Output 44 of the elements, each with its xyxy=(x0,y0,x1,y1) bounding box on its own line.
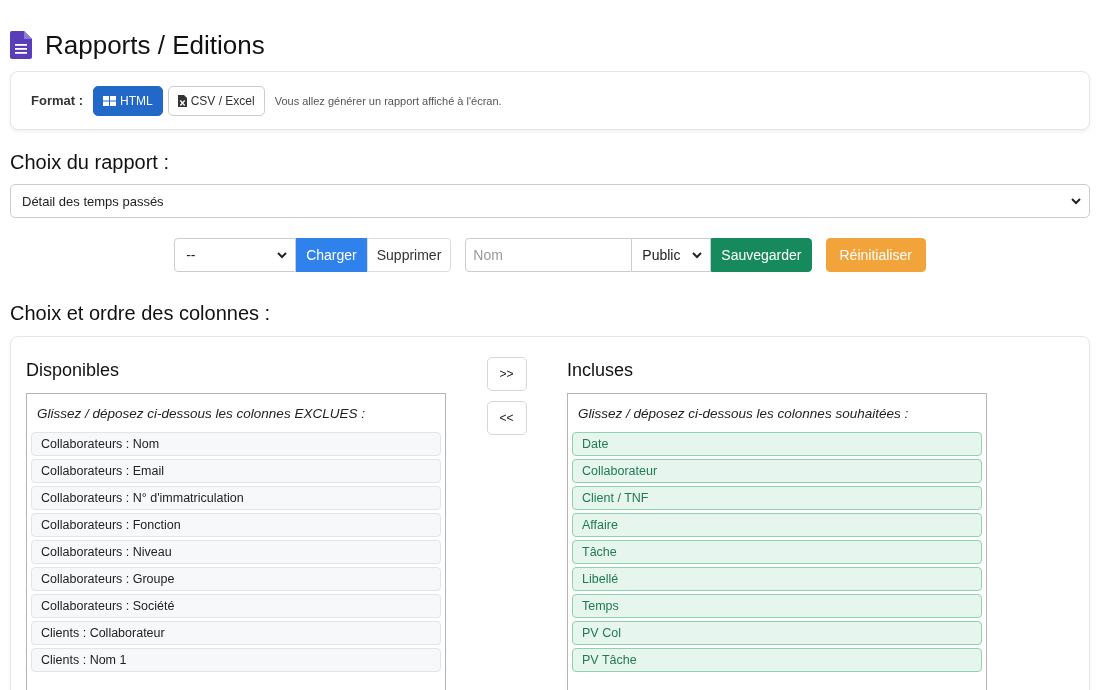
column-item[interactable]: Tâche xyxy=(572,540,982,564)
column-item[interactable]: Collaborateurs : Nom xyxy=(31,432,441,456)
format-option[interactable]: HTML xyxy=(93,85,163,116)
table-icon xyxy=(103,95,116,106)
column-item[interactable]: Temps xyxy=(572,594,982,618)
column-item[interactable]: Collaborateurs : Société xyxy=(31,594,441,618)
page-title: Rapports / Editions xyxy=(45,30,265,60)
delete-button[interactable]: Supprimer xyxy=(366,238,452,272)
column-item[interactable]: Date xyxy=(572,432,982,456)
list-hint: Glissez / déposez ci-dessous les colonnes EXCLUES : xyxy=(37,405,366,423)
chevron-down-icon xyxy=(692,251,703,259)
column-item[interactable]: Client / TNF xyxy=(572,486,982,510)
save-button[interactable]: Sauvegarder xyxy=(711,238,812,272)
move-right-button[interactable]: >> xyxy=(486,357,527,391)
list-title: Incluses xyxy=(567,359,635,381)
list-title: Disponibles xyxy=(26,359,121,381)
format-hint: Vous allez générer un rapport affiché à l'écran. xyxy=(274,94,502,107)
name-input[interactable]: Nom xyxy=(465,238,633,272)
column-item[interactable]: Collaborateurs : Fonction xyxy=(31,513,441,537)
document-icon xyxy=(10,31,32,59)
column-item[interactable]: Collaborateurs : N° d'immatriculation xyxy=(31,486,441,510)
column-item[interactable]: Collaborateur xyxy=(572,459,982,483)
column-item[interactable]: Clients : Nom 1 xyxy=(31,648,441,672)
column-item[interactable]: Collaborateurs : Niveau xyxy=(31,540,441,564)
chevron-down-icon xyxy=(1071,197,1081,205)
column-item[interactable]: Affaire xyxy=(572,513,982,537)
move-left-button[interactable]: << xyxy=(486,401,527,435)
preset-select[interactable]: -- xyxy=(174,238,297,272)
load-button[interactable]: Charger xyxy=(296,238,367,272)
format-label: Format : xyxy=(31,93,83,108)
chevron-down-icon xyxy=(277,251,288,259)
column-item[interactable]: PV Tâche xyxy=(572,648,982,672)
column-item[interactable]: Clients : Collaborateur xyxy=(31,621,441,645)
format-option[interactable]: CSV / Excel xyxy=(167,85,265,116)
report-select[interactable]: Détail des temps passés xyxy=(10,184,1090,218)
spreadsheet-file-icon xyxy=(177,94,187,107)
list-hint: Glissez / déposez ci-dessous les colonnes souhaitées : xyxy=(578,405,910,423)
column-item[interactable]: Collaborateurs : Email xyxy=(31,459,441,483)
column-item[interactable]: Collaborateurs : Groupe xyxy=(31,567,441,591)
column-item[interactable]: Libellé xyxy=(572,567,982,591)
section-heading: Choix et ordre des colonnes : xyxy=(10,301,272,325)
column-item[interactable]: PV Col xyxy=(572,621,982,645)
visibility-select[interactable]: Public xyxy=(632,238,712,272)
section-heading: Choix du rapport : xyxy=(10,150,170,174)
